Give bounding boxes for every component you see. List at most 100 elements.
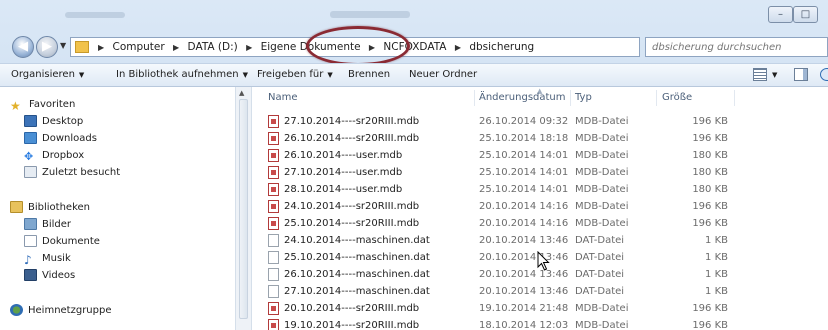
organize-label: Organisieren	[11, 69, 75, 80]
file-date: 20.10.2014 13:46	[479, 286, 569, 297]
sidebar-item-videos[interactable]: Videos	[24, 268, 75, 284]
chevron-right-icon[interactable]: ▶	[246, 39, 252, 57]
sidebar-item-documents[interactable]: Dokumente	[24, 234, 100, 250]
column-header-type[interactable]: Typ	[575, 87, 592, 109]
breadcrumb-dbsicherung[interactable]: dbsicherung	[469, 38, 534, 56]
table-row[interactable]: 19.10.2014----sr20RIII.mdb 18.10.2014 12:…	[252, 317, 828, 330]
column-header-name[interactable]: Name	[268, 87, 298, 109]
file-size: 196 KB	[692, 116, 728, 127]
dropbox-icon: ✥	[24, 150, 34, 163]
forward-button[interactable]: ▶	[36, 36, 58, 58]
file-date: 19.10.2014 21:48	[479, 303, 569, 314]
chevron-right-icon[interactable]: ▶	[173, 39, 179, 57]
share-with-button[interactable]: Freigeben für ▼	[257, 64, 333, 86]
breadcrumb-drive[interactable]: DATA (D:)	[188, 38, 238, 56]
file-size: 196 KB	[692, 303, 728, 314]
back-button[interactable]: ◀	[12, 36, 34, 58]
sidebar-label: Heimnetzgruppe	[28, 305, 112, 316]
sidebar-item-desktop[interactable]: Desktop	[24, 114, 83, 130]
file-size: 196 KB	[692, 320, 728, 330]
table-row[interactable]: 26.10.2014----sr20RIII.mdb 25.10.2014 18:…	[252, 130, 828, 147]
sidebar-item-favorites[interactable]: ★ Favoriten	[10, 97, 75, 113]
file-size: 1 KB	[705, 286, 728, 297]
include-in-library-button[interactable]: In Bibliothek aufnehmen ▼	[116, 64, 248, 86]
table-row[interactable]: 28.10.2014----user.mdb 25.10.2014 14:01 MD…	[252, 181, 828, 198]
file-size: 1 KB	[705, 269, 728, 280]
sidebar-item-homegroup[interactable]: Heimnetzgruppe	[10, 303, 112, 319]
sidebar-item-recent[interactable]: Zuletzt besucht	[24, 165, 120, 181]
table-row[interactable]: 27.10.2014----maschinen.dat 20.10.2014 13…	[252, 283, 828, 300]
sidebar-scrollbar[interactable]: ▲	[236, 87, 252, 330]
search-input[interactable]	[652, 39, 812, 55]
help-icon[interactable]	[820, 68, 828, 81]
file-name: 27.10.2014----maschinen.dat	[284, 286, 430, 297]
preview-pane-icon[interactable]	[794, 68, 808, 81]
star-icon: ★	[10, 99, 21, 113]
scrollbar-thumb[interactable]	[239, 99, 248, 319]
scroll-up-icon[interactable]: ▲	[239, 89, 244, 97]
column-divider[interactable]	[656, 90, 657, 106]
sidebar-label: Musik	[42, 253, 71, 264]
new-folder-button[interactable]: Neuer Ordner	[409, 64, 477, 86]
title-blur	[330, 11, 410, 18]
file-list: Name ▲ Änderungsdatum Typ Größe 27.10.20…	[252, 87, 828, 330]
file-type: DAT-Datei	[575, 252, 625, 263]
mdb-file-icon	[268, 115, 279, 128]
file-date: 25.10.2014 14:01	[479, 167, 569, 178]
file-date: 25.10.2014 14:01	[479, 184, 569, 195]
sidebar-item-libraries[interactable]: Bibliotheken	[10, 200, 90, 216]
maximize-button[interactable]: □	[793, 6, 818, 23]
recent-places-icon	[24, 166, 37, 178]
table-row[interactable]: 27.10.2014----user.mdb 25.10.2014 14:01 MD…	[252, 164, 828, 181]
file-name: 25.10.2014----maschinen.dat	[284, 252, 430, 263]
file-size: 196 KB	[692, 201, 728, 212]
sidebar-item-dropbox[interactable]: ✥ Dropbox	[24, 148, 84, 164]
dat-file-icon	[268, 268, 279, 281]
address-row: ◀ ▶ ▼ ▶ Computer ▶ DATA (D:) ▶ Eigene Do…	[0, 33, 828, 63]
mdb-file-icon	[268, 302, 279, 315]
column-header-size[interactable]: Größe	[662, 87, 692, 109]
search-box[interactable]	[645, 37, 828, 57]
sidebar-item-pictures[interactable]: Bilder	[24, 217, 71, 233]
table-row[interactable]: 26.10.2014----user.mdb 25.10.2014 14:01 MD…	[252, 147, 828, 164]
downloads-icon	[24, 132, 37, 144]
documents-icon	[24, 235, 37, 247]
music-icon: ♪	[24, 253, 32, 267]
file-size: 1 KB	[705, 235, 728, 246]
homegroup-icon	[10, 304, 23, 316]
view-options-dropdown[interactable]: ▼	[772, 64, 777, 86]
recent-pages-dropdown[interactable]: ▼	[60, 41, 68, 50]
sidebar-item-music[interactable]: ♪ Musik	[24, 251, 71, 267]
minimize-button[interactable]: –	[768, 6, 793, 23]
mdb-file-icon	[268, 166, 279, 179]
chevron-right-icon[interactable]: ▶	[455, 39, 461, 57]
arrow-right-icon: ▶	[42, 39, 52, 54]
file-type: MDB-Datei	[575, 320, 629, 330]
sidebar-label: Dokumente	[42, 236, 100, 247]
column-header-date[interactable]: Änderungsdatum	[479, 87, 566, 109]
sidebar-item-downloads[interactable]: Downloads	[24, 131, 97, 147]
column-divider[interactable]	[734, 90, 735, 106]
file-date: 20.10.2014 13:46	[479, 235, 569, 246]
column-divider[interactable]	[570, 90, 571, 106]
organize-button[interactable]: Organisieren ▼	[11, 64, 84, 86]
burn-label: Brennen	[348, 69, 391, 80]
burn-button[interactable]: Brennen	[348, 64, 390, 86]
chevron-down-icon: ▼	[78, 71, 85, 79]
file-name: 24.10.2014----maschinen.dat	[284, 235, 430, 246]
library-label: In Bibliothek aufnehmen	[116, 69, 239, 80]
file-type: MDB-Datei	[575, 167, 629, 178]
column-divider[interactable]	[474, 90, 475, 106]
table-row[interactable]: 24.10.2014----sr20RIII.mdb 20.10.2014 14:…	[252, 198, 828, 215]
table-row[interactable]: 25.10.2014----sr20RIII.mdb 20.10.2014 14:…	[252, 215, 828, 232]
mdb-file-icon	[268, 132, 279, 145]
table-row[interactable]: 24.10.2014----maschinen.dat 20.10.2014 13…	[252, 232, 828, 249]
mdb-file-icon	[268, 200, 279, 213]
file-date: 20.10.2014 14:16	[479, 218, 569, 229]
file-date: 20.10.2014 14:16	[479, 201, 569, 212]
view-options-icon[interactable]	[753, 68, 767, 81]
breadcrumb-computer[interactable]: Computer	[113, 38, 165, 56]
table-row[interactable]: 20.10.2014----sr20RIII.mdb 19.10.2014 21:…	[252, 300, 828, 317]
file-name: 20.10.2014----sr20RIII.mdb	[284, 303, 420, 314]
table-row[interactable]: 27.10.2014----sr20RIII.mdb 26.10.2014 09:…	[252, 113, 828, 130]
